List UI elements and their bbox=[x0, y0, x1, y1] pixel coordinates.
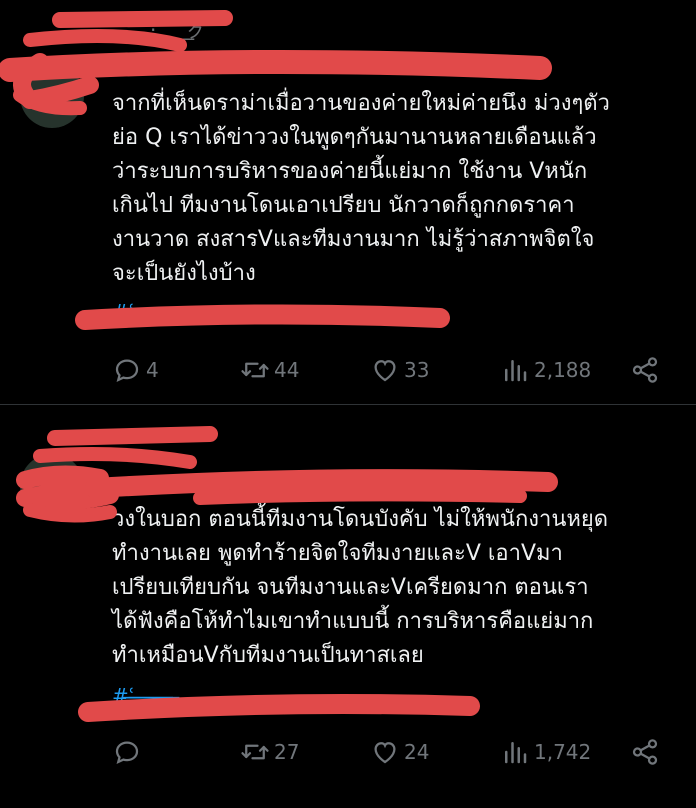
views-button[interactable]: 1,742 bbox=[500, 734, 591, 770]
like-button[interactable]: 24 bbox=[370, 734, 429, 770]
reply-count: 4 bbox=[146, 358, 159, 382]
author-handle: ·ˉ͟ ̄ ̄ ͟ㇰ bbox=[150, 18, 206, 42]
tweet-text-line: จากที่เห็นดราม่าเมื่อวานของค่ายใหม่ค่ายน… bbox=[112, 91, 610, 116]
reply-icon bbox=[115, 741, 139, 765]
hashtag-link[interactable]: #ʿ̶ ̶ ̶ ̶ ̶ ̶ ̶ ̶ bbox=[112, 684, 179, 708]
reply-icon bbox=[115, 359, 139, 383]
tweet-text-line: ทำงานเลย พูดทำร้ายจิตใจทีมงายและV เอาVมา bbox=[112, 541, 563, 566]
like-icon bbox=[374, 360, 396, 382]
reply-button[interactable]: 4 bbox=[112, 352, 159, 388]
tweet[interactable]: ·ˉ͟ ̄ ̄ ͟ㇰ จากที่เห็นดราม่าเมื่อวานของค่… bbox=[0, 0, 696, 404]
tweet-text-line: งานวาด สงสารVและทีมงานมาก ไม่รู้ว่าสภาพจ… bbox=[112, 227, 595, 252]
tweet-text-line: เปรียบเทียบกัน จนทีมงานและVเครียดมาก ตอน… bbox=[112, 575, 589, 600]
retweet-icon bbox=[241, 744, 269, 760]
reply-button[interactable] bbox=[112, 734, 146, 770]
views-button[interactable]: 2,188 bbox=[500, 352, 591, 388]
tweet-text-line: วงในบอก ตอนนี้ทีมงานโดนบังคับ ไม่ให้พนัก… bbox=[112, 507, 609, 532]
tweet-text-line: ได้ฟังคือโห้ทำไมเขาทำแบบนี้ การบริหารคือ… bbox=[112, 609, 594, 634]
tweet-text-line: จะเป็นยังไงบ้าง bbox=[112, 261, 256, 286]
tweet-text: จากที่เห็นดราม่าเมื่อวานของค่ายใหม่ค่ายน… bbox=[112, 87, 682, 291]
like-count: 24 bbox=[404, 740, 430, 764]
tweet-text: วงในบอก ตอนนี้ทีมงานโดนบังคับ ไม่ให้พนัก… bbox=[112, 503, 682, 673]
avatar[interactable] bbox=[20, 454, 84, 518]
views-count: 2,188 bbox=[534, 358, 592, 382]
tweet-text-line: ทำเหมือนVกับทีมงานเป็นทาสเลย bbox=[112, 643, 424, 668]
hashtag-link[interactable]: #ʿ̶ ̶ ̶ ̶ ̶ ̶ ̶ ̶ ̶ ̶ bbox=[112, 300, 192, 324]
share-icon bbox=[632, 357, 658, 383]
views-count: 1,742 bbox=[534, 740, 592, 764]
tweet-actions: 4 44 33 2,188 bbox=[112, 352, 662, 388]
avatar[interactable] bbox=[20, 64, 84, 128]
retweet-button[interactable]: 44 bbox=[240, 352, 299, 388]
tweet-actions: 27 24 1,742 bbox=[112, 734, 662, 770]
like-button[interactable]: 33 bbox=[370, 352, 429, 388]
views-icon bbox=[505, 742, 527, 764]
share-button[interactable] bbox=[630, 734, 660, 770]
retweet-icon bbox=[241, 362, 269, 378]
retweet-button[interactable]: 27 bbox=[240, 734, 299, 770]
share-icon bbox=[632, 739, 658, 765]
like-count: 33 bbox=[404, 358, 430, 382]
tweet[interactable]: @ ̶ ̶ ̶ ̶ ̶ ̶ ̶ ̶ ̶ วงในบอก ตอนนี้ทีมงาน… bbox=[0, 404, 696, 808]
share-button[interactable] bbox=[630, 352, 660, 388]
retweet-count: 27 bbox=[274, 740, 300, 764]
tweet-text-line: เกินไป ทีมงานโดนเอาเปรียบ นักวาดก็ถูกกดร… bbox=[112, 193, 575, 218]
like-icon bbox=[374, 742, 396, 764]
retweet-count: 44 bbox=[274, 358, 300, 382]
tweet-text-line: ว่าระบบการบริหารของค่ายนี้แย่มาก ใช้งาน … bbox=[112, 159, 588, 184]
author-handle: @ ̶ ̶ ̶ ̶ ̶ ̶ ̶ ̶ ̶ bbox=[240, 472, 318, 496]
views-icon bbox=[505, 360, 527, 382]
tweet-text-line: ย่อ Q เราได้ข่าววงในพูดๆกันมานานหลายเดือ… bbox=[112, 125, 597, 150]
